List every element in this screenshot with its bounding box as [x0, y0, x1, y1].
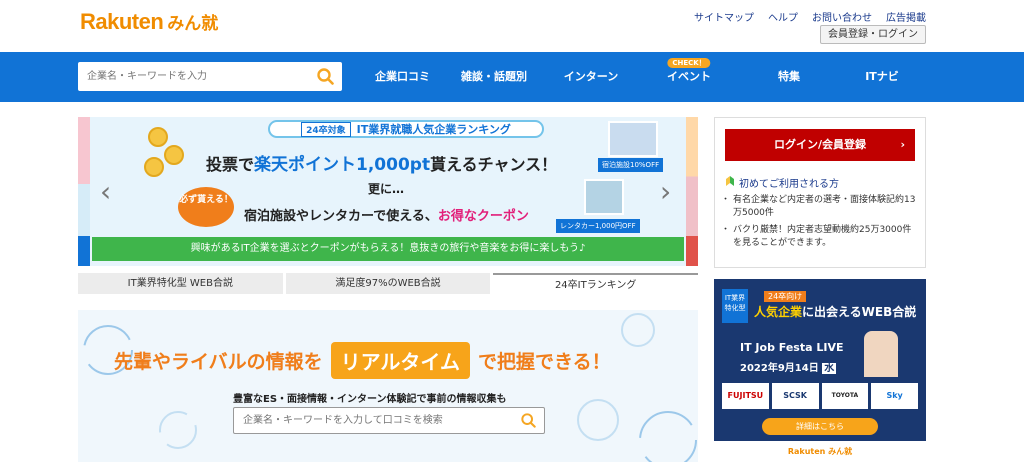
beginner-leaf-icon [725, 175, 735, 190]
hero-headline-b: で把握できる！ [478, 351, 611, 373]
banner-heading-text: IT業界就職人気企業ランキング [356, 123, 511, 136]
car-discount-label: レンタカー1,000円OFF [556, 219, 640, 233]
nav-item-it-navi[interactable]: ITナビ [839, 52, 925, 102]
logo-toyota-systems: TOYOTA SYSTEMS [821, 383, 869, 425]
coin-icon [144, 157, 164, 177]
header-search [78, 62, 342, 91]
realtime-badge: リアルタイム [330, 342, 471, 379]
nav-item-internship[interactable]: インターン [543, 52, 639, 102]
nav-item-label: 企業口コミ [375, 70, 430, 83]
help-link[interactable]: ヘルプ [768, 9, 798, 24]
banner-tag: 24卒対象 [301, 121, 351, 137]
ad-title-b: に出会えるWEB合説 [802, 305, 917, 319]
sitemap-link[interactable]: サイトマップ [694, 9, 754, 24]
search-icon[interactable] [521, 413, 536, 432]
ad-title: 人気企業に出会えるWEB合説 [754, 303, 916, 320]
ad-tag: IT業界特化型 [722, 289, 748, 323]
site-logo[interactable]: Rakuten みん就 [80, 9, 218, 35]
list-item: 有名企業など内定者の選考・面接体験記約13万5000件 [721, 194, 920, 220]
decorative-clocks [83, 313, 697, 462]
presenter-illustration [864, 331, 898, 377]
next-slide-peek [686, 117, 698, 266]
banner-main-copy: 投票で楽天ポイント1,000pt貰えるチャンス！ [206, 150, 557, 175]
tab-it-web-fair[interactable]: IT業界特化型 WEB合説 [78, 273, 283, 294]
check-badge: CHECK！ [667, 58, 711, 68]
ad-footer-logo: Rakuten みん就 [714, 441, 926, 462]
benefits-list: 有名企業など内定者の選考・面接体験記約13万5000件 バクり厳禁！内定者志望動… [721, 194, 920, 254]
nav-item-chat-topics[interactable]: 雑談・話題別 [445, 52, 543, 102]
banner-footer: 興味があるIT企業を選ぶとクーポンがもらえる！息抜きの旅行や音楽をお得に楽しもう… [92, 237, 684, 261]
logo-fujitsu: FUJITSU [722, 383, 769, 409]
coin-icon [148, 127, 168, 147]
banner-coupon-b: お得なクーポン [437, 209, 529, 224]
logo-scsk: SCSK [771, 383, 819, 409]
banner-tabs: IT業界特化型 WEB合説 満足度97%のWEB合説 24卒ITランキング [78, 273, 699, 294]
ranking-banner[interactable]: 24卒対象 IT業界就職人気企業ランキング 投票で楽天ポイント1,000pt貰え… [78, 117, 698, 266]
banner-coupon-copy: 宿泊施設やレンタカーで使える、お得なクーポン [244, 205, 529, 224]
hero-headline-a: 先輩やライバルの情報を [114, 351, 323, 373]
chevron-right-icon: › [900, 138, 905, 151]
header-search-input[interactable] [78, 62, 303, 91]
chevron-right-icon[interactable]: › [660, 175, 671, 208]
search-icon[interactable] [317, 68, 334, 89]
hero-section: 先輩やライバルの情報を リアルタイム で把握できる！ 豊富なES・面接情報・イン… [78, 310, 698, 462]
ad-target-label: 24卒向け [764, 291, 807, 302]
review-search-input[interactable] [234, 408, 504, 433]
banner-main-b: 楽天ポイント1,000pt [254, 155, 431, 175]
first-time-label: 初めてご利用される方 [739, 179, 839, 190]
hero-subline: 豊富なES・面接情報・インターン体験記で事前の情報収集も [233, 394, 507, 405]
prev-slide-peek [78, 117, 90, 266]
login-register-button[interactable]: ログイン/会員登録 › [725, 129, 915, 161]
ad-date-text: 2022年9月14日 [740, 363, 819, 374]
nav-items: 企業口コミ 雑談・話題別 インターン CHECK！ イベント 特集 ITナビ [360, 52, 925, 102]
tab-satisfaction-web-fair[interactable]: 満足度97%のWEB合説 [285, 273, 491, 294]
nav-item-company-reviews[interactable]: 企業口コミ [360, 52, 445, 102]
login-box: ログイン/会員登録 › 初めてご利用される方 有名企業など内定者の選考・面接体験… [714, 117, 926, 268]
logo-sky: Sky [871, 383, 918, 409]
nav-item-label: 特集 [778, 70, 800, 83]
nav-item-label: インターン [563, 70, 619, 83]
first-time-link[interactable]: 初めてご利用される方 [725, 175, 839, 190]
hotel-image [584, 179, 624, 215]
logo-minshu-text: みん就 [167, 14, 219, 34]
banner-main-c: 貰えるチャンス！ [430, 155, 558, 174]
login-register-label: ログイン/会員登録 [773, 138, 867, 151]
coin-icon [164, 145, 184, 165]
advertise-link[interactable]: 広告掲載 [886, 9, 926, 24]
nav-item-features[interactable]: 特集 [739, 52, 839, 102]
register-login-button[interactable]: 会員登録・ログイン [820, 25, 926, 44]
contact-link[interactable]: お問い合わせ [812, 9, 872, 24]
utility-links: サイトマップ ヘルプ お問い合わせ 広告掲載 [694, 9, 926, 24]
ad-weekday: 水 [822, 363, 837, 374]
must-get-badge: 必ず貰える！ [178, 187, 234, 227]
ad-event-date: 2022年9月14日 水 [740, 359, 837, 374]
company-logos: FUJITSU SCSK TOYOTA SYSTEMS Sky [722, 383, 918, 425]
nav-item-label: ITナビ [865, 70, 899, 83]
hotel-discount-label: 宿泊施設10%OFF [598, 158, 664, 172]
tab-24-it-ranking[interactable]: 24卒ITランキング [493, 273, 699, 294]
ad-event-name: IT Job Festa LIVE [740, 341, 844, 354]
hero-headline: 先輩やライバルの情報を リアルタイム で把握できる！ [114, 342, 611, 379]
nav-item-events[interactable]: CHECK！ イベント [639, 52, 739, 102]
ad-title-a: 人気企業 [754, 305, 803, 319]
banner-heading: 24卒対象 IT業界就職人気企業ランキング [268, 120, 544, 138]
train-image [608, 121, 658, 157]
top-bar: Rakuten みん就 サイトマップ ヘルプ お問い合わせ 広告掲載 会員登録・… [0, 0, 1024, 52]
ad-details-button[interactable]: 詳細はこちら [762, 418, 878, 435]
it-job-festa-ad[interactable]: IT業界特化型 24卒向け 人気企業に出会えるWEB合説 IT Job Fest… [714, 279, 926, 462]
nav-item-label: 雑談・話題別 [461, 70, 527, 83]
banner-sub-copy: 更に… [368, 182, 405, 196]
banner-main-a: 投票で [206, 155, 255, 174]
global-nav: 企業口コミ 雑談・話題別 インターン CHECK！ イベント 特集 ITナビ [0, 52, 1024, 102]
chevron-left-icon[interactable]: ‹ [100, 175, 111, 208]
list-item: バクり厳禁！内定者志望動機約25万3000件を見ることができます。 [721, 224, 920, 250]
banner-coupon-a: 宿泊施設やレンタカーで使える、 [244, 209, 438, 224]
nav-item-label: イベント [667, 70, 711, 83]
review-search [233, 407, 545, 434]
logo-rakuten-text: Rakuten [80, 9, 164, 34]
